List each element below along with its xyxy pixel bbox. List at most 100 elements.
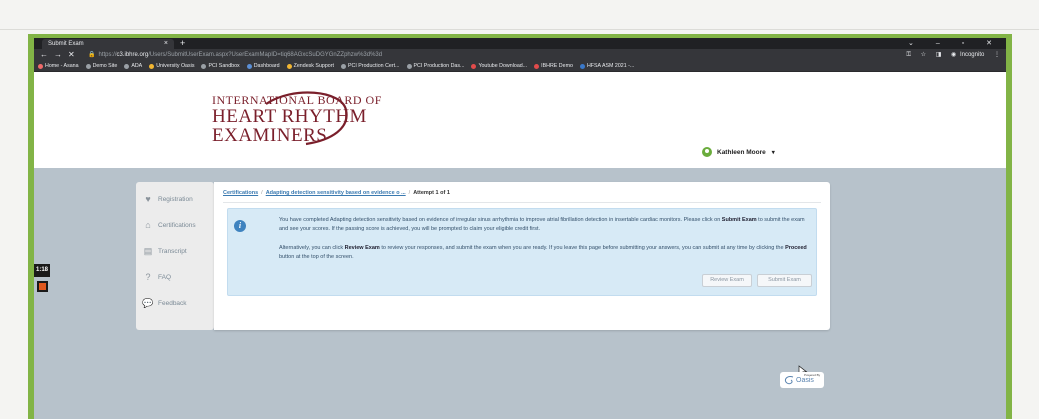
transcript-icon: ▤ [143, 246, 153, 256]
back-icon[interactable]: ← [40, 49, 48, 61]
bookmark-favicon-icon [534, 63, 540, 69]
stop-icon[interactable]: ✕ [68, 49, 75, 61]
user-name: Kathleen Moore [717, 148, 766, 156]
key-icon[interactable]: ⚿ [906, 52, 911, 58]
bookmark-favicon-icon [246, 63, 252, 69]
browser-window: Submit Exam × + ⌄ – ▫ ✕ ← → ✕ 🔒 https://c… [34, 38, 1006, 419]
alert-text: You have completed Adapting detection se… [279, 217, 722, 223]
menu-icon[interactable]: ⋮ [994, 52, 1000, 58]
alert-text-2: Alternatively, you can click Review Exam… [279, 244, 809, 261]
forward-icon[interactable]: → [54, 49, 62, 61]
review-exam-button[interactable]: Review Exam [702, 274, 752, 287]
top-strip [0, 0, 1039, 30]
home-icon: ⌂ [145, 220, 151, 230]
video-frame: Submit Exam × + ⌄ – ▫ ✕ ← → ✕ 🔒 https://c… [28, 34, 1012, 419]
bookmark-label: Youtube Download... [478, 63, 528, 69]
alert-text: Alternatively, you can click [279, 245, 345, 251]
bookmark-item[interactable]: HFSA ASM 2021 -... [579, 63, 634, 69]
lock-icon: 🔒 [88, 52, 96, 58]
bookmark-item[interactable]: Youtube Download... [471, 63, 527, 69]
question-icon: ? [145, 272, 151, 282]
bookmark-label: PCI Production Cert... [347, 63, 400, 69]
bookmark-favicon-icon [471, 63, 477, 69]
breadcrumb-attempt: Attempt 1 of 1 [413, 190, 450, 196]
chat-icon: 💬 [142, 298, 154, 308]
chevron-down-icon: ▾ [771, 149, 775, 156]
bookmark-item[interactable]: IBHRE Demo [534, 63, 573, 69]
alert-bold: Proceed [785, 245, 807, 251]
sidebar-item-transcript[interactable]: ▤ Transcript [142, 246, 187, 256]
breadcrumb-course-link[interactable]: Adapting detection sensitivity based on … [266, 190, 406, 196]
breadcrumb-separator: / [261, 190, 263, 196]
exam-complete-alert: i You have completed Adapting detection … [227, 208, 817, 296]
bookmark-item[interactable]: Demo Site [85, 63, 117, 69]
oasis-wordmark: Oasis [796, 377, 814, 384]
bookmark-label: PCI Production Das... [413, 63, 465, 69]
bookmark-favicon-icon [406, 63, 412, 69]
alert-text-1: You have completed Adapting detection se… [279, 216, 809, 233]
submit-exam-button[interactable]: Submit Exam [757, 274, 812, 287]
bookmarks-bar: Home - Asana Demo Site ADA University Oasis… [34, 61, 1006, 72]
tab-close-icon[interactable]: × [164, 39, 168, 49]
url-prefix: https:// [98, 52, 117, 58]
user-avatar-icon [702, 147, 712, 157]
bookmark-label: University Oasis [156, 63, 195, 69]
bookmark-favicon-icon [149, 63, 155, 69]
alert-text: to review your responses, and submit the… [379, 245, 786, 251]
bookmark-label: PCI Sandbox [208, 63, 240, 69]
bookmark-item[interactable]: PCI Production Cert... [340, 63, 400, 69]
tab-title: Submit Exam [48, 41, 84, 47]
window-controls[interactable]: ⌄ – ▫ ✕ [908, 38, 1002, 49]
breadcrumb: Certifications / Adapting detection sensit… [223, 187, 821, 203]
bookmark-item[interactable]: ADA [124, 63, 142, 69]
breadcrumb-certifications-link[interactable]: Certifications [223, 190, 258, 196]
sidebar-item-faq[interactable]: ? FAQ [142, 272, 171, 282]
bookmark-item[interactable]: Zendesk Support [286, 63, 334, 69]
sidebar-item-label: Feedback [158, 299, 187, 307]
bookmark-item[interactable]: PCI Production Das... [406, 63, 465, 69]
page: INTERNATIONAL BOARD OF HEART RHYTHM EXAM… [34, 72, 1006, 419]
sidebar-item-certifications[interactable]: ⌂ Certifications [142, 220, 196, 230]
bookmark-label: Zendesk Support [293, 63, 334, 69]
sidebar-item-registration[interactable]: ♥ Registration [142, 194, 193, 204]
new-tab-icon[interactable]: + [180, 38, 185, 49]
sidebar-item-label: FAQ [158, 273, 172, 281]
sidebar-item-label: Transcript [158, 247, 187, 255]
bookmark-favicon-icon [85, 63, 91, 69]
toolbar-right: ⚿ ☆ ◨ ◉ Incognito ⋮ [898, 49, 1000, 61]
bookmark-favicon-icon [340, 63, 346, 69]
tab-submit-exam[interactable]: Submit Exam × [42, 39, 174, 49]
incognito-label: Incognito [959, 52, 985, 58]
stop-recording-icon[interactable] [37, 281, 48, 292]
powered-by-oasis-logo[interactable]: Powered By Oasis [780, 372, 824, 388]
sidebar-item-label: Registration [158, 195, 193, 203]
bookmark-label: IBHRE Demo [541, 63, 573, 69]
alert-bold: Review Exam [344, 245, 380, 251]
bookmark-item[interactable]: PCI Sandbox [201, 63, 240, 69]
incognito-icon[interactable]: ◉ [951, 52, 956, 58]
address-bar: ← → ✕ 🔒 https://c3.ibhre.org/Users/Submit… [34, 49, 1006, 61]
url-host: c3.ibhre.org [116, 52, 149, 58]
bookmark-favicon-icon [579, 63, 585, 69]
bookmark-favicon-icon [124, 63, 130, 69]
heart-icon: ♥ [145, 194, 151, 204]
bookmark-favicon-icon [38, 63, 43, 69]
bookmark-item[interactable]: Home - Asana [38, 63, 79, 69]
bookmark-item[interactable]: University Oasis [149, 63, 194, 69]
page-header: INTERNATIONAL BOARD OF HEART RHYTHM EXAM… [34, 72, 1006, 168]
recording-timer: 1:18 [34, 264, 50, 277]
star-icon[interactable]: ☆ [921, 52, 926, 58]
bookmark-label: Home - Asana [45, 63, 79, 69]
alert-text: button at the top of the screen. [279, 253, 354, 260]
sidepanel-icon[interactable]: ◨ [936, 52, 942, 58]
bookmark-label: ADA [131, 63, 143, 69]
sidebar-item-label: Certifications [158, 221, 196, 229]
url-field[interactable]: 🔒 https://c3.ibhre.org/Users/SubmitUserEx… [88, 50, 858, 60]
tab-bar: Submit Exam × + ⌄ – ▫ ✕ [34, 38, 1006, 49]
bookmark-item[interactable]: Dashboard [246, 63, 280, 69]
main-panel: Certifications / Adapting detection sensit… [214, 182, 830, 330]
bookmark-label: Dashboard [253, 63, 280, 69]
sidebar-item-feedback[interactable]: 💬 Feedback [142, 298, 187, 308]
user-menu[interactable]: Kathleen Moore ▾ [702, 147, 775, 157]
alert-bold: Submit Exam [721, 217, 757, 223]
